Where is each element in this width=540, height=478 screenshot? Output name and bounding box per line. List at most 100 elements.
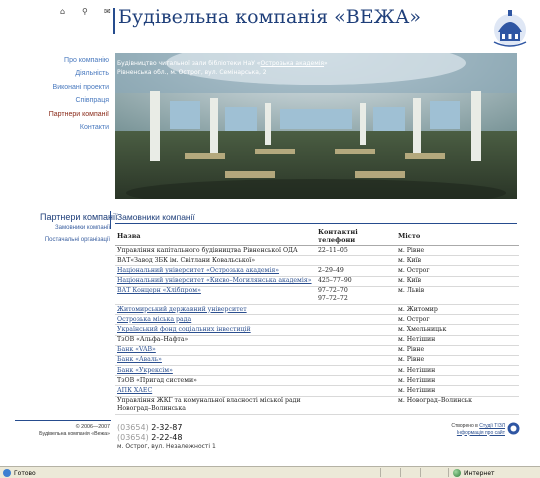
table-row: Український фонд соціальних інвестицій м.…: [115, 324, 519, 336]
copyright-years: © 2006—2007: [75, 424, 110, 430]
phone-number: 2-32-87: [151, 423, 183, 432]
zone-text: Интернет: [464, 469, 495, 477]
client-city-cell: м. Нетішин: [396, 385, 519, 397]
banner-caption-prefix: Будівництво читальної зали бібліотеки На…: [117, 60, 261, 67]
nav-item[interactable]: Виконані проекти: [0, 81, 110, 94]
client-name-cell: Національний університет «Києво–Могилянс…: [115, 276, 316, 287]
client-link[interactable]: Національний університет «Острозька акад…: [117, 267, 279, 274]
phone-code: (03654): [117, 433, 149, 442]
created-by-label: Створено в: [451, 423, 480, 429]
client-name: ТзОВ «Альфа–Нафта»: [117, 336, 189, 344]
client-link[interactable]: Національний університет «Києво–Могилянс…: [117, 277, 312, 284]
client-name-cell: ТзОВ «Пригад системи»: [115, 375, 316, 387]
table-row: Острозька міська рада м. Острог: [115, 314, 519, 326]
client-phone-cell: 425–77–90: [316, 276, 396, 287]
footer-credits: Створено в Студії ТІЗЛ Інформація про са…: [440, 423, 505, 436]
status-divider: [380, 468, 381, 477]
client-phone-cell: [316, 324, 396, 336]
table-row: Банк «VAB» м. Рівне: [115, 345, 519, 356]
client-city-cell: м. Рівне: [396, 355, 519, 367]
nav-item[interactable]: Діяльність: [0, 67, 110, 80]
client-phone-cell: [316, 355, 396, 367]
sidebar-link-customers[interactable]: Замовники компанії: [55, 225, 110, 231]
nav-item[interactable]: Співпраця: [0, 94, 110, 107]
nav-item[interactable]: Партнери компанії: [0, 108, 110, 121]
table-row: Банк «Укрексім» м. Нетішин: [115, 365, 519, 377]
table-header-row: Назва Контактні телефони Місто: [115, 227, 519, 246]
client-link[interactable]: Банк «Укрексім»: [117, 367, 173, 374]
client-name: Управління капітального будівництва Рівн…: [117, 246, 298, 254]
client-link[interactable]: Острозька міська рада: [117, 316, 191, 323]
mail-icon[interactable]: ✉: [104, 7, 111, 16]
client-link[interactable]: ВАТ Концерн «Хлібпром»: [117, 287, 201, 294]
footer-address: м. Острог, вул. Незалежності 1: [117, 443, 216, 450]
studio-emblem-icon[interactable]: [507, 422, 520, 435]
internet-zone-icon: [453, 469, 461, 477]
client-city-cell: м. Рівне: [396, 345, 519, 356]
sidebar-link-suppliers[interactable]: Постачальні організації: [45, 237, 110, 243]
client-city-cell: м. Хмельницьк: [396, 324, 519, 336]
client-phone-cell: [316, 365, 396, 377]
client-name: ТзОВ «Пригад системи»: [117, 376, 197, 384]
client-city-cell: м. Острог: [396, 265, 519, 277]
client-name-cell: Національний університет «Острозька акад…: [115, 265, 316, 277]
table-row: Національний університет «Острозька акад…: [115, 265, 519, 277]
search-icon[interactable]: ⚲: [82, 7, 88, 16]
client-phone-cell: 2–29–49: [316, 265, 396, 277]
client-phone-cell: [316, 314, 396, 326]
client-city-cell: м. Київ: [396, 276, 519, 287]
client-name-cell: Житомирський державний університет: [115, 304, 316, 316]
client-city-cell: м. Новоград–Волинськ: [396, 396, 519, 415]
footer-copyright: © 2006—2007 Будівельна компанія «Вежа»: [10, 424, 110, 438]
client-phone-cell: [316, 375, 396, 387]
client-name-cell: ТзОВ «Альфа–Нафта»: [115, 335, 316, 346]
client-name: Управління ЖКГ та комунальної власності …: [117, 397, 301, 413]
banner-address: Рівненська обл., м. Острог, вул. Семінар…: [117, 69, 267, 76]
client-phone-cell: [316, 255, 396, 267]
client-phone-cell: [316, 304, 396, 316]
status-left: Готово: [3, 469, 36, 477]
header-icons: ⌂ ⚲ ✉: [60, 7, 112, 19]
table-row: ТзОВ «Пригад системи» м. Нетішин: [115, 375, 519, 387]
header-divider: [113, 8, 115, 34]
client-phone-cell: [316, 385, 396, 397]
client-city-cell: м. Нетішин: [396, 335, 519, 346]
table-row: Управління капітального будівництва Рівн…: [115, 245, 519, 257]
banner-project-link[interactable]: Острозька академія: [260, 60, 324, 67]
partners-divider: [110, 211, 111, 229]
client-link[interactable]: Банк «VAB»: [117, 346, 156, 353]
main-navigation: Про компанію Діяльність Виконані проекти Сп…: [0, 54, 110, 134]
client-name-cell: АПК ХАЕС: [115, 385, 316, 397]
table-row: Управління ЖКГ та комунальної власності …: [115, 396, 519, 415]
status-zone: Интернет: [453, 469, 495, 477]
client-name: ВАТ«Завод ЗБК ім. Світлани Ковальської»: [117, 256, 256, 264]
phone-code: (03654): [117, 423, 149, 432]
client-city-cell: м. Київ: [396, 255, 519, 267]
company-logo[interactable]: [488, 6, 532, 50]
clients-table: Назва Контактні телефони Місто Управлінн…: [115, 227, 519, 415]
column-header-phones: Контактні телефони: [316, 227, 396, 246]
footer-phones: (03654) 2-32-87 (03654) 2-22-48: [117, 423, 182, 443]
client-link[interactable]: АПК ХАЕС: [117, 387, 152, 394]
client-city-cell: м. Нетішин: [396, 365, 519, 377]
column-header-name: Назва: [115, 227, 316, 246]
home-icon[interactable]: ⌂: [60, 7, 65, 16]
client-city-cell: м. Львів: [396, 286, 519, 305]
site-info-link[interactable]: Інформація про сайт: [457, 430, 505, 436]
phone-line-2: (03654) 2-22-48: [117, 433, 182, 443]
client-name-cell: ВАТ Концерн «Хлібпром»: [115, 286, 316, 305]
partners-title: Партнери компанії: [40, 212, 118, 222]
client-name-cell: Банк «Аваль»: [115, 355, 316, 367]
client-name-cell: ВАТ«Завод ЗБК ім. Світлани Ковальської»: [115, 255, 316, 267]
nav-item[interactable]: Контакти: [0, 121, 110, 134]
banner-caption: Будівництво читальної зали бібліотеки На…: [117, 59, 328, 77]
client-name-cell: Український фонд соціальних інвестицій: [115, 324, 316, 336]
site-title: Будівельна компанія «ВЕЖА»: [118, 6, 421, 28]
table-row: ВАТ Концерн «Хлібпром» 97–72–70 97–72–72 м…: [115, 286, 519, 305]
nav-item[interactable]: Про компанію: [0, 54, 110, 67]
client-name-cell: Управління ЖКГ та комунальної власності …: [115, 396, 316, 415]
studio-link[interactable]: Студії ТІЗЛ: [479, 423, 505, 429]
client-link[interactable]: Український фонд соціальних інвестицій: [117, 326, 251, 333]
client-link[interactable]: Банк «Аваль»: [117, 356, 162, 363]
client-link[interactable]: Житомирський державний університет: [117, 306, 247, 313]
